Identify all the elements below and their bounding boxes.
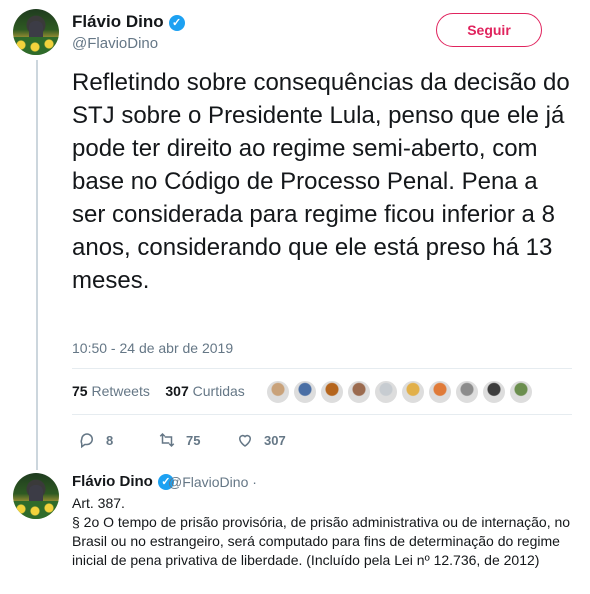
thread-line	[36, 60, 38, 470]
liker-avatar[interactable]	[428, 380, 452, 404]
liker-avatar[interactable]	[401, 380, 425, 404]
liker-avatar[interactable]	[293, 380, 317, 404]
retweets-stat-label: Retweets	[91, 383, 150, 399]
retweets-stat[interactable]: 75 Retweets	[72, 383, 150, 399]
liker-avatars	[266, 380, 536, 404]
reply-author-name-row[interactable]: Flávio Dino ✓	[72, 473, 174, 490]
reply-author-handle[interactable]: @FlavioDino ·	[168, 474, 257, 490]
reply-count: 8	[106, 432, 114, 448]
liker-avatar[interactable]	[455, 380, 479, 404]
likes-stat-count: 307	[165, 383, 189, 399]
liker-avatar[interactable]	[374, 380, 398, 404]
reply-action[interactable]: 8	[78, 431, 113, 449]
liker-avatar[interactable]	[266, 380, 290, 404]
retweet-action[interactable]: 75	[158, 431, 200, 449]
avatar-flowers	[13, 501, 59, 519]
tweet-text: Refletindo sobre consequências da decisã…	[72, 69, 570, 294]
liker-avatar[interactable]	[482, 380, 506, 404]
divider-bottom	[72, 414, 572, 415]
author-name-row[interactable]: Flávio Dino ✓	[72, 12, 185, 32]
avatar-flowers	[13, 37, 59, 55]
author-avatar[interactable]	[13, 9, 59, 55]
reply-author-name[interactable]: Flávio Dino	[72, 473, 153, 490]
heart-icon	[238, 434, 252, 447]
like-action[interactable]: 307	[236, 431, 286, 449]
tweet-timestamp[interactable]: 10:50 - 24 de abr de 2019	[72, 340, 233, 356]
reply-text: Art. 387. § 2o O tempo de prisão provisó…	[72, 494, 572, 570]
follow-button[interactable]: Seguir	[436, 13, 542, 47]
author-name[interactable]: Flávio Dino	[72, 12, 164, 31]
reply-icon	[80, 433, 93, 449]
reply-text-line1: Art. 387.	[72, 495, 125, 511]
retweet-count: 75	[186, 432, 201, 448]
reply-author-avatar[interactable]	[13, 473, 59, 519]
author-handle[interactable]: @FlavioDino	[72, 35, 158, 52]
like-count: 307	[264, 432, 286, 448]
liker-avatar[interactable]	[347, 380, 371, 404]
likes-stat-label: Curtidas	[192, 383, 245, 399]
tweet-stats: 75 Retweets 307 Curtidas	[72, 383, 245, 399]
liker-avatar[interactable]	[320, 380, 344, 404]
reply-text-line2: § 2o O tempo de prisão provisória, de pr…	[72, 514, 571, 568]
divider-top	[72, 368, 572, 369]
verified-badge-icon: ✓	[168, 15, 185, 31]
likes-stat[interactable]: 307 Curtidas	[165, 383, 244, 399]
retweets-stat-count: 75	[72, 383, 88, 399]
retweet-icon	[159, 432, 175, 448]
liker-avatar[interactable]	[509, 380, 533, 404]
